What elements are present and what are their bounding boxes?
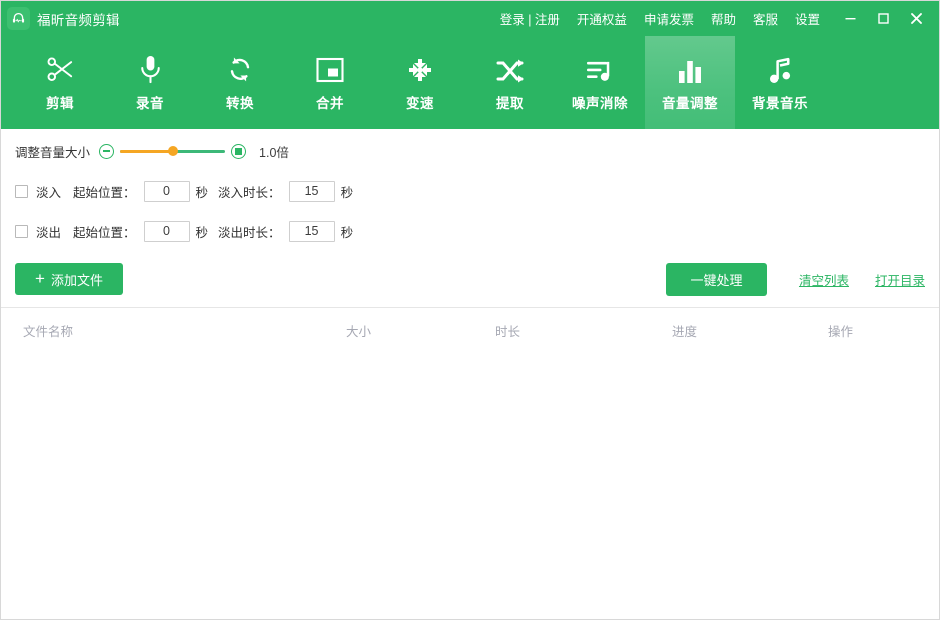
fade-out-duration-unit: 秒 — [341, 222, 354, 241]
tool-extract-label: 提取 — [496, 92, 524, 112]
close-icon[interactable] — [900, 4, 933, 34]
fade-in-start-unit: 秒 — [196, 182, 209, 201]
slider-track-fill — [120, 150, 173, 153]
fade-out-row: 淡出 起始位置： 秒 淡出时长： 秒 — [15, 211, 939, 251]
tool-convert[interactable]: 转换 — [195, 36, 285, 129]
tool-clip[interactable]: 剪辑 — [15, 36, 105, 129]
fade-out-duration-label: 淡出时长： — [218, 222, 281, 241]
fade-out-start-input[interactable] — [144, 221, 190, 242]
microphone-icon — [136, 53, 165, 85]
app-window: 福昕音频剪辑 登录 | 注册 开通权益 申请发票 帮助 客服 设置 — [0, 0, 940, 620]
tool-bgm[interactable]: 背景音乐 — [735, 36, 825, 129]
open-directory-link[interactable]: 打开目录 — [875, 270, 925, 289]
minus-circle-icon[interactable] — [99, 144, 114, 159]
column-header-duration: 时长 — [495, 321, 520, 340]
app-title: 福昕音频剪辑 — [37, 9, 120, 29]
tool-record[interactable]: 录音 — [105, 36, 195, 129]
top-menu: 登录 | 注册 开通权益 申请发票 帮助 客服 设置 — [500, 9, 834, 28]
volume-label: 调整音量大小 — [15, 142, 90, 161]
convert-icon — [225, 53, 255, 85]
actions-bar: + 添加文件 一键处理 清空列表 打开目录 — [1, 251, 939, 307]
fade-out-checkbox[interactable] — [15, 225, 28, 238]
music-note-icon — [767, 53, 794, 85]
fade-in-duration-input[interactable] — [289, 181, 335, 202]
fade-out-label: 淡出 — [36, 222, 61, 241]
maximize-icon[interactable] — [867, 4, 900, 34]
fade-in-checkbox[interactable] — [15, 185, 28, 198]
column-header-filename: 文件名称 — [23, 321, 73, 340]
column-header-progress: 进度 — [672, 321, 697, 340]
fade-out-duration-input[interactable] — [289, 221, 335, 242]
clear-list-link[interactable]: 清空列表 — [799, 270, 849, 289]
fade-in-start-input[interactable] — [144, 181, 190, 202]
fade-out-start-label: 起始位置： — [73, 222, 136, 241]
tool-denoise-label: 噪声消除 — [572, 92, 628, 112]
title-bar: 福昕音频剪辑 登录 | 注册 开通权益 申请发票 帮助 客服 设置 — [1, 1, 939, 36]
headphone-icon — [7, 7, 30, 30]
menu-customer-service[interactable]: 客服 — [753, 9, 778, 28]
plus-icon: + — [35, 270, 45, 287]
tool-merge-label: 合并 — [316, 92, 344, 112]
menu-apply-invoice[interactable]: 申请发票 — [644, 9, 694, 28]
brand: 福昕音频剪辑 — [1, 7, 120, 30]
column-header-operation: 操作 — [828, 321, 853, 340]
add-file-label: 添加文件 — [51, 270, 103, 289]
fade-in-row: 淡入 起始位置： 秒 淡入时长： 秒 — [15, 171, 939, 211]
fade-in-duration-unit: 秒 — [341, 182, 354, 201]
fade-in-duration-label: 淡入时长： — [218, 182, 281, 201]
tool-convert-label: 转换 — [226, 92, 254, 112]
menu-open-benefits[interactable]: 开通权益 — [577, 9, 627, 28]
volume-value: 1.0倍 — [259, 142, 289, 161]
plus-circle-icon[interactable] — [231, 144, 246, 159]
playlist-note-icon — [585, 53, 616, 85]
volume-row: 调整音量大小 1.0倍 — [15, 129, 939, 171]
fade-in-start-label: 起始位置： — [73, 182, 136, 201]
main-toolbar: 剪辑 录音 转换 — [1, 36, 939, 129]
add-file-button[interactable]: + 添加文件 — [15, 263, 123, 295]
scissors-icon — [45, 53, 76, 85]
tool-speed-label: 变速 — [406, 92, 434, 112]
tool-speed[interactable]: 变速 — [375, 36, 465, 129]
tool-extract[interactable]: 提取 — [465, 36, 555, 129]
fade-in-label: 淡入 — [36, 182, 61, 201]
tool-merge[interactable]: 合并 — [285, 36, 375, 129]
merge-icon — [315, 53, 345, 85]
speed-icon — [405, 53, 435, 85]
process-button[interactable]: 一键处理 — [666, 263, 767, 296]
column-header-size: 大小 — [346, 321, 371, 340]
tool-record-label: 录音 — [136, 92, 164, 112]
tool-denoise[interactable]: 噪声消除 — [555, 36, 645, 129]
menu-settings[interactable]: 设置 — [795, 9, 820, 28]
menu-login-register[interactable]: 登录 | 注册 — [500, 9, 560, 28]
fade-out-start-unit: 秒 — [196, 222, 209, 241]
volume-slider-track[interactable] — [120, 144, 225, 158]
tool-clip-label: 剪辑 — [46, 92, 74, 112]
volume-slider-group — [99, 144, 246, 159]
tool-volume-label: 音量调整 — [662, 92, 718, 112]
minimize-icon[interactable] — [834, 4, 867, 34]
options-panel: 调整音量大小 1.0倍 淡入 起始位置： 秒 — [1, 129, 939, 251]
window-controls — [834, 4, 939, 34]
tool-bgm-label: 背景音乐 — [752, 92, 808, 112]
menu-help[interactable]: 帮助 — [711, 9, 736, 28]
shuffle-icon — [495, 53, 525, 85]
tool-volume[interactable]: 音量调整 — [645, 36, 735, 129]
file-table: 文件名称 大小 时长 进度 操作 — [1, 307, 939, 619]
slider-thumb[interactable] — [168, 146, 178, 156]
table-header-row: 文件名称 大小 时长 进度 操作 — [1, 308, 939, 352]
bar-chart-icon — [676, 53, 704, 85]
